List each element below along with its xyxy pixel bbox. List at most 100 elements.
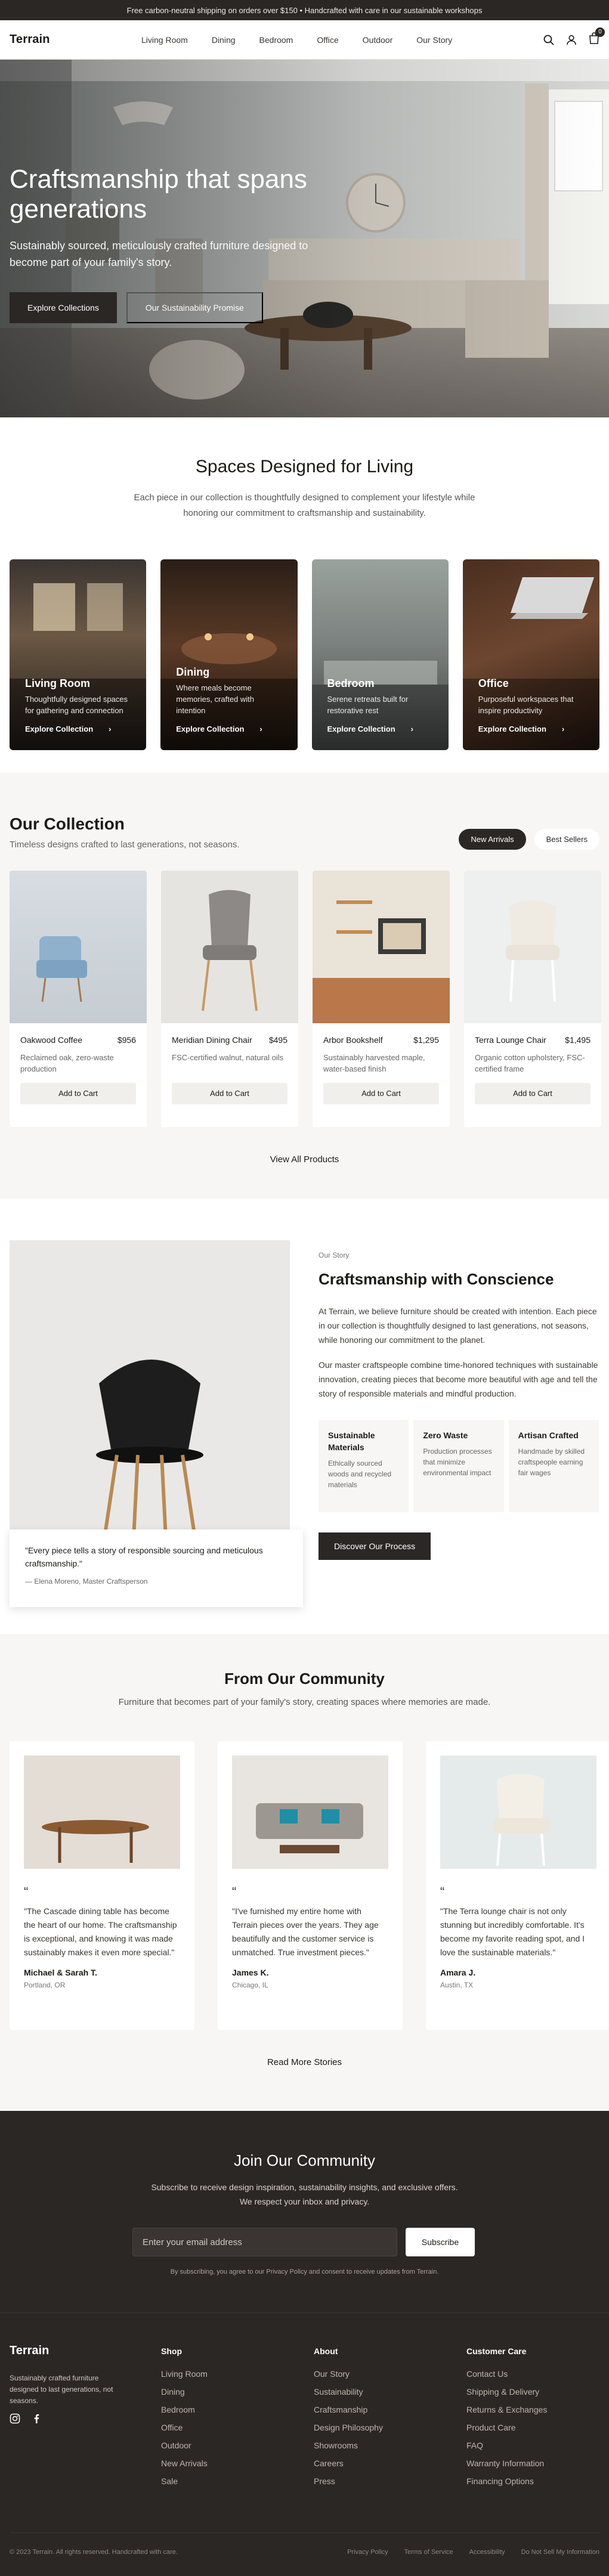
footer-link[interactable]: Careers	[314, 2459, 383, 2468]
footer-col-customer-care: Customer Care Contact Us Shipping & Deli…	[466, 2346, 547, 2494]
cart-button[interactable]: 0	[589, 27, 605, 47]
add-to-cart-button[interactable]: Add to Cart	[323, 1083, 439, 1104]
footer-logo[interactable]: Terrain	[10, 2344, 49, 2358]
explore-collection-link[interactable]: Explore Collection ›	[25, 724, 134, 733]
product-image	[10, 871, 147, 1023]
explore-collection-link[interactable]: Explore Collection ›	[327, 724, 437, 733]
search-icon[interactable]	[543, 35, 554, 45]
footer-col-shop: Shop Living Room Dining Bedroom Office O…	[161, 2346, 208, 2494]
nav-office[interactable]: Office	[317, 35, 338, 45]
spaces-subtitle: Each piece in our collection is thoughtf…	[134, 493, 475, 518]
footer-link[interactable]: Contact Us	[466, 2369, 547, 2379]
cart-count-badge: 0	[595, 27, 605, 37]
facebook-icon[interactable]	[31, 2413, 42, 2424]
sustainability-promise-button[interactable]: Our Sustainability Promise	[126, 292, 263, 323]
chevron-right-icon: ›	[109, 724, 112, 733]
nav-living-room[interactable]: Living Room	[141, 35, 188, 45]
footer-link[interactable]: Showrooms	[314, 2441, 383, 2450]
explore-collections-button[interactable]: Explore Collections	[10, 292, 117, 323]
space-card-dining[interactable]: Dining Where meals become memories, craf…	[160, 559, 298, 750]
terms-link[interactable]: Terms of Service	[404, 2549, 453, 2556]
tab-best-sellers[interactable]: Best Sellers	[534, 829, 599, 850]
space-card-office[interactable]: Office Purposeful workspaces that inspir…	[462, 559, 599, 750]
subscribe-button[interactable]: Subscribe	[406, 2228, 475, 2256]
add-to-cart-button[interactable]: Add to Cart	[172, 1083, 288, 1104]
quote-mark-icon: “	[24, 1884, 29, 1899]
footer-link[interactable]: Craftsmanship	[314, 2405, 383, 2414]
explore-collection-label: Explore Collection	[25, 724, 94, 733]
footer-link[interactable]: Sale	[161, 2476, 208, 2486]
footer-link[interactable]: Bedroom	[161, 2405, 208, 2414]
add-to-cart-button[interactable]: Add to Cart	[475, 1083, 591, 1104]
footer-link[interactable]: Warranty Information	[466, 2459, 547, 2468]
space-card-living-room[interactable]: Living Room Thoughtfully designed spaces…	[10, 559, 147, 750]
nav-bedroom[interactable]: Bedroom	[259, 35, 293, 45]
footer-link[interactable]: Office	[161, 2423, 208, 2432]
product-desc: Sustainably harvested maple, water-based…	[323, 1053, 425, 1073]
story-title: Craftsmanship with Conscience	[319, 1270, 554, 1288]
footer-link[interactable]: Dining	[161, 2387, 208, 2397]
footer-link[interactable]: Living Room	[161, 2369, 208, 2379]
testimonial-image	[440, 1755, 596, 1869]
explore-collection-label: Explore Collection	[327, 724, 395, 733]
email-input[interactable]: Enter your email address	[132, 2228, 397, 2256]
instagram-icon[interactable]	[10, 2413, 20, 2424]
space-card-bedroom[interactable]: Bedroom Serene retreats built for restor…	[311, 559, 449, 750]
explore-collection-link[interactable]: Explore Collection ›	[176, 724, 285, 733]
hero-section: Craftsmanship that spans generations Sus…	[0, 60, 609, 417]
product-price: $956	[117, 1035, 136, 1045]
spaces-section: Spaces Designed for Living Each piece in…	[0, 417, 609, 750]
collection-title: Our Collection	[10, 815, 125, 833]
story-paragraph-2: Our master craftspeople combine time-hon…	[319, 1360, 598, 1398]
footer-link[interactable]: Financing Options	[466, 2476, 547, 2486]
privacy-policy-link[interactable]: Privacy Policy	[347, 2549, 388, 2556]
product-card[interactable]: Terra Lounge Chair $1,495 Organic cotton …	[464, 871, 601, 1127]
nav-dining[interactable]: Dining	[212, 35, 236, 45]
add-to-cart-button[interactable]: Add to Cart	[20, 1083, 136, 1104]
chevron-right-icon: ›	[259, 724, 262, 733]
main-nav: Living Room Dining Bedroom Office Outdoo…	[141, 35, 476, 45]
feature-title: Sustainable Materials	[328, 1431, 375, 1452]
product-card[interactable]: Meridian Dining Chair $495 FSC-certified …	[161, 871, 298, 1127]
footer-link[interactable]: Shipping & Delivery	[466, 2387, 547, 2397]
explore-collection-link[interactable]: Explore Collection ›	[478, 724, 588, 733]
footer-link[interactable]: New Arrivals	[161, 2459, 208, 2468]
community-section: From Our Community Furniture that become…	[0, 1634, 609, 2111]
discover-process-button[interactable]: Discover Our Process	[319, 1532, 431, 1560]
newsletter-note: By subscribing, you agree to our Privacy…	[170, 2268, 439, 2275]
footer-link[interactable]: Sustainability	[314, 2387, 383, 2397]
chevron-right-icon: ›	[561, 724, 565, 733]
logo[interactable]: Terrain	[10, 33, 50, 47]
footer-link[interactable]: Our Story	[314, 2369, 383, 2379]
product-price: $495	[268, 1035, 288, 1045]
tab-new-arrivals[interactable]: New Arrivals	[459, 829, 526, 850]
testimonial-card: “ "The Cascade dining table has become t…	[10, 1741, 194, 2030]
story-paragraph-1: At Terrain, we believe furniture should …	[319, 1306, 597, 1345]
read-more-stories-link[interactable]: Read More Stories	[0, 2057, 609, 2067]
footer-link[interactable]: Design Philosophy	[314, 2423, 383, 2432]
nav-our-story[interactable]: Our Story	[416, 35, 452, 45]
accessibility-link[interactable]: Accessibility	[469, 2549, 505, 2556]
quote-text: "Every piece tells a story of responsibl…	[25, 1546, 263, 1568]
footer-link[interactable]: Outdoor	[161, 2441, 208, 2450]
footer-link[interactable]: Product Care	[466, 2423, 547, 2432]
space-card-desc: Thoughtfully designed spaces for gatheri…	[25, 695, 128, 715]
product-card[interactable]: Oakwood Coffee $956 Reclaimed oak, zero-w…	[10, 871, 147, 1127]
product-card[interactable]: Arbor Bookshelf $1,295 Sustainably harves…	[313, 871, 450, 1127]
product-name: Meridian Dining Chair	[172, 1035, 252, 1045]
footer-link[interactable]: FAQ	[466, 2441, 547, 2450]
user-icon[interactable]	[566, 35, 577, 45]
do-not-sell-link[interactable]: Do Not Sell My Information	[521, 2549, 599, 2556]
testimonial-name: James K.	[232, 1968, 269, 1977]
announcement-bar: Free carbon-neutral shipping on orders o…	[0, 0, 609, 20]
nav-outdoor[interactable]: Outdoor	[363, 35, 393, 45]
footer-link[interactable]: Returns & Exchanges	[466, 2405, 547, 2414]
space-card-title: Dining	[176, 666, 210, 678]
quote-card: "Every piece tells a story of responsibl…	[10, 1530, 303, 1607]
view-all-products-link[interactable]: View All Products	[0, 1154, 609, 1165]
collection-subtitle: Timeless designs crafted to last generat…	[10, 840, 240, 850]
footer-link[interactable]: Press	[314, 2476, 383, 2486]
product-desc: Organic cotton upholstery, FSC-certified…	[475, 1053, 585, 1073]
hero-subtitle: Sustainably sourced, meticulously crafte…	[10, 240, 308, 268]
testimonial-quote: "The Cascade dining table has become the…	[24, 1906, 177, 1957]
